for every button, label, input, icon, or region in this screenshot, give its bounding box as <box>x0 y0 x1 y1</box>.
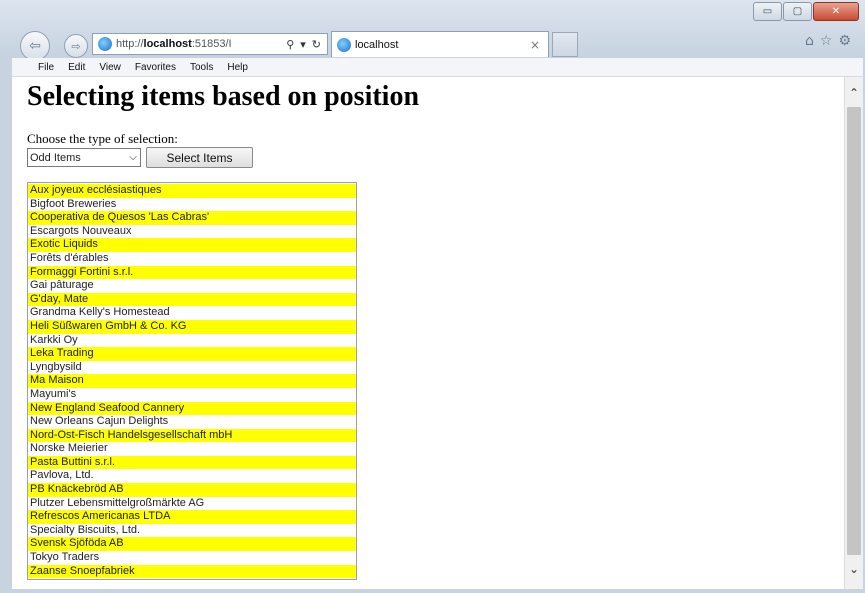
list-item[interactable]: Ma Maison <box>28 374 356 388</box>
list-item[interactable]: Exotic Liquids <box>28 238 356 252</box>
list-item[interactable]: Zaanse Snoepfabriek <box>28 564 356 579</box>
home-icon[interactable]: ⌂ <box>805 33 814 49</box>
selection-type-label: Choose the type of selection: <box>27 131 178 146</box>
scroll-thumb[interactable] <box>847 107 861 555</box>
toolbar-icons: ⌂ ☆ ⚙ <box>805 33 851 49</box>
select-items-button[interactable]: Select Items <box>146 147 253 168</box>
settings-gear-icon[interactable]: ⚙ <box>838 33 851 49</box>
list-item[interactable]: Leka Trading <box>28 347 356 361</box>
list-item[interactable]: Mayumi's <box>28 388 356 402</box>
ie-page-icon <box>98 37 112 51</box>
forward-button[interactable]: ⇨ <box>64 34 88 58</box>
new-tab-button[interactable] <box>552 32 578 57</box>
selection-type-dropdown[interactable]: Odd Items ⌵ <box>27 148 141 167</box>
menu-tools[interactable]: Tools <box>183 62 220 73</box>
list-item[interactable]: Lyngbysild <box>28 361 356 375</box>
menu-help[interactable]: Help <box>220 62 255 73</box>
list-item[interactable]: Forêts d'érables <box>28 252 356 266</box>
menu-favorites[interactable]: Favorites <box>128 62 183 73</box>
url-prefix: http:// <box>116 38 144 50</box>
close-tab-icon[interactable]: × <box>530 38 540 52</box>
list-item[interactable]: Bigfoot Breweries <box>28 198 356 212</box>
ie-page-icon <box>337 37 351 52</box>
list-item[interactable]: Specialty Biscuits, Ltd. <box>28 524 356 538</box>
menu-file[interactable]: File <box>12 62 61 73</box>
vertical-scrollbar[interactable]: ⌃ ⌄ <box>844 77 863 589</box>
list-item[interactable]: Escargots Nouveaux <box>28 225 356 239</box>
list-item[interactable]: Refrescos Americanas LTDA <box>28 510 356 524</box>
address-bar[interactable]: http:// localhost :51853/I ⚲ ▾ ↻ <box>92 33 328 55</box>
forward-arrow-icon: ⇨ <box>71 39 81 53</box>
page-title: Selecting items based on position <box>27 81 420 112</box>
refresh-icon[interactable]: ↻ <box>312 38 321 51</box>
list-item[interactable]: PB Knäckebröd AB <box>28 483 356 497</box>
tab-title: localhost <box>355 38 399 51</box>
list-item[interactable]: Aux joyeux ecclésiastiques <box>28 184 356 198</box>
selection-type-value: Odd Items <box>30 151 81 164</box>
maximize-button[interactable]: ▢ <box>783 2 812 21</box>
scroll-up-arrow-icon[interactable]: ⌃ <box>845 81 863 105</box>
search-icon[interactable]: ⚲ <box>286 38 294 51</box>
menu-edit[interactable]: Edit <box>61 62 92 73</box>
title-bar: ▭ ▢ ✕ ⇦ ⇨ http:// localhost :51853/I ⚲ ▾… <box>0 0 865 61</box>
list-item[interactable]: Cooperativa de Quesos 'Las Cabras' <box>28 211 356 225</box>
list-item[interactable]: G'day, Mate <box>28 292 356 307</box>
address-tools: ⚲ ▾ ↻ <box>286 38 327 51</box>
list-item[interactable]: Svensk Sjöföda AB <box>28 537 356 552</box>
url-host: localhost <box>143 38 192 50</box>
browser-window: ▭ ▢ ✕ ⇦ ⇨ http:// localhost :51853/I ⚲ ▾… <box>0 0 865 593</box>
minimize-button[interactable]: ▭ <box>753 2 782 21</box>
back-button[interactable]: ⇦ <box>20 31 50 61</box>
list-item[interactable]: Heli Süßwaren GmbH & Co. KG <box>28 319 356 334</box>
window-controls: ▭ ▢ ✕ <box>752 2 859 21</box>
url-rest: :51853/I <box>191 38 232 50</box>
close-button[interactable]: ✕ <box>813 2 859 21</box>
favorites-star-icon[interactable]: ☆ <box>820 33 833 49</box>
list-item[interactable]: Karkki Oy <box>28 334 356 348</box>
chevron-down-icon[interactable]: ▾ <box>300 38 306 51</box>
list-item[interactable]: Plutzer Lebensmittelgroßmärkte AG <box>28 497 356 511</box>
supplier-list[interactable]: Aux joyeux ecclésiastiques Bigfoot Brewer… <box>27 182 357 580</box>
menu-view[interactable]: View <box>92 62 128 73</box>
list-item[interactable]: Nord-Ost-Fisch Handelsgesellschaft mbH <box>28 428 356 443</box>
list-item[interactable]: Norske Meierier <box>28 442 356 456</box>
list-item[interactable]: Pasta Buttini s.r.l. <box>28 455 356 470</box>
list-item[interactable]: New Orleans Cajun Delights <box>28 415 356 429</box>
browser-tab[interactable]: localhost × <box>331 31 549 57</box>
page-content: Selecting items based on position Choose… <box>12 77 844 589</box>
list-item[interactable]: New England Seafood Cannery <box>28 401 356 416</box>
menu-bar: File Edit View Favorites Tools Help <box>12 58 863 77</box>
list-item[interactable]: Pavlova, Ltd. <box>28 469 356 483</box>
list-item[interactable]: Formaggi Fortini s.r.l. <box>28 265 356 280</box>
list-item[interactable]: Gai pâturage <box>28 279 356 293</box>
back-arrow-icon: ⇦ <box>29 38 41 54</box>
list-item[interactable]: Grandma Kelly's Homestead <box>28 306 356 320</box>
chevron-down-icon: ⌵ <box>129 152 137 163</box>
scroll-down-arrow-icon[interactable]: ⌄ <box>845 557 863 581</box>
list-item[interactable]: Tokyo Traders <box>28 551 356 565</box>
